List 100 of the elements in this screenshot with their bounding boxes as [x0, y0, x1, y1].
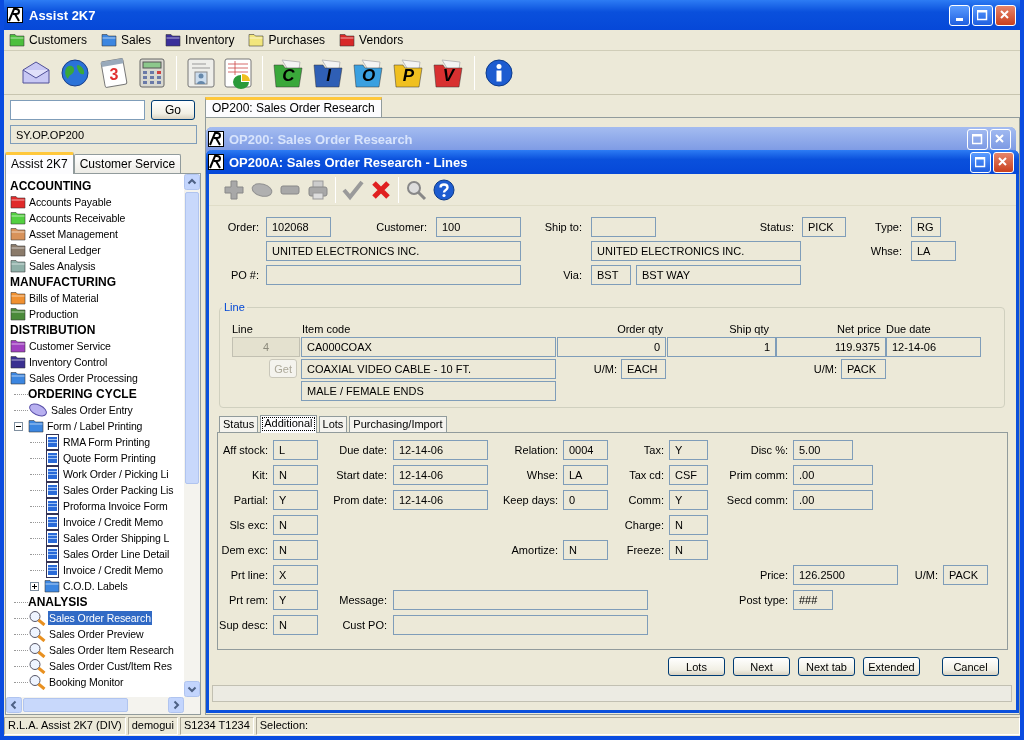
tree-item[interactable]: Production — [28, 307, 80, 321]
scroll-left-icon[interactable] — [6, 697, 22, 713]
menu-item[interactable]: Vendors — [339, 33, 404, 47]
tree-item[interactable]: Booking Monitor — [48, 675, 125, 689]
scroll-up-icon[interactable] — [184, 174, 200, 190]
horizontal-scrollbar[interactable] — [6, 697, 200, 714]
text-field[interactable]: 126.2500 — [793, 565, 898, 585]
expand-icon[interactable] — [30, 581, 39, 591]
tree-item[interactable]: C.O.D. Labels — [62, 579, 129, 593]
text-field[interactable]: N — [669, 540, 708, 560]
text-field[interactable]: N — [273, 515, 318, 535]
text-field[interactable]: BST — [591, 265, 631, 285]
tree-item[interactable]: Sales Order Cust/Item Res — [48, 659, 173, 673]
text-field[interactable]: BST WAY — [636, 265, 801, 285]
collapse-icon[interactable] — [14, 421, 23, 431]
text-field[interactable]: N — [563, 540, 608, 560]
toolbar-button[interactable]: 3 — [98, 56, 130, 89]
tree-item[interactable]: Sales Order Line Detail — [62, 547, 171, 561]
tab[interactable]: Purchasing/Import — [349, 416, 447, 432]
text-field[interactable]: N — [273, 540, 318, 560]
toolbar-button[interactable] — [59, 56, 91, 89]
menu-item[interactable]: Inventory — [165, 33, 235, 47]
text-field[interactable] — [266, 265, 521, 285]
action-button[interactable]: Extended — [863, 657, 920, 676]
text-field[interactable]: Y — [273, 590, 318, 610]
text-field[interactable]: RG — [911, 217, 941, 237]
text-field[interactable]: N — [273, 465, 318, 485]
text-field[interactable] — [393, 615, 648, 635]
toolbar-button[interactable]: P — [392, 56, 425, 89]
text-field[interactable]: LA — [563, 465, 608, 485]
action-button[interactable]: Lots — [668, 657, 725, 676]
text-field[interactable]: 102068 — [266, 217, 331, 237]
text-field[interactable]: 5.00 — [793, 440, 853, 460]
tree-item[interactable]: Sales Order Shipping L — [62, 531, 171, 545]
document-tab[interactable]: OP200: Sales Order Research — [205, 97, 382, 117]
tree-item[interactable]: Invoice / Credit Memo — [62, 515, 165, 529]
tree-item[interactable]: RMA Form Printing — [62, 435, 151, 449]
text-field[interactable]: 119.9375 — [776, 337, 886, 357]
tab[interactable]: Assist 2K7 — [5, 152, 74, 174]
close-button[interactable] — [995, 4, 1016, 26]
text-field[interactable]: LA — [911, 241, 956, 261]
text-field[interactable]: EACH — [621, 359, 666, 379]
text-field[interactable]: N — [273, 615, 318, 635]
text-field[interactable]: 12-14-06 — [886, 337, 981, 357]
program-path-field[interactable]: SY.OP.OP200 — [10, 125, 197, 144]
tab[interactable]: Additional — [260, 415, 317, 433]
text-field[interactable]: 12-14-06 — [393, 465, 488, 485]
toolbar-button[interactable] — [433, 178, 455, 201]
text-field[interactable]: 100 — [436, 217, 521, 237]
text-field[interactable]: X — [273, 565, 318, 585]
toolbar-button[interactable]: C — [272, 56, 305, 89]
action-button[interactable]: Cancel — [942, 657, 999, 676]
tab[interactable]: Customer Service — [73, 154, 182, 173]
toolbar-button[interactable] — [484, 57, 514, 88]
text-field[interactable]: 0004 — [563, 440, 608, 460]
search-field[interactable] — [10, 100, 145, 120]
tree-item[interactable]: Accounts Payable — [28, 195, 113, 209]
tree-item[interactable]: Bills of Material — [28, 291, 100, 305]
tree-item[interactable]: Sales Order Research — [48, 611, 152, 625]
text-field[interactable]: COAXIAL VIDEO CABLE - 10 FT. — [301, 359, 556, 379]
menu-item[interactable]: Sales — [101, 33, 152, 47]
tree-item[interactable]: Sales Order Preview — [48, 627, 145, 641]
text-field[interactable]: PACK — [841, 359, 886, 379]
text-field[interactable]: UNITED ELECTRONICS INC. — [591, 241, 801, 261]
scroll-right-icon[interactable] — [168, 697, 184, 713]
tree-item[interactable]: Proforma Invoice Form — [62, 499, 169, 513]
text-field[interactable]: Y — [669, 440, 708, 460]
action-button[interactable]: Next tab — [798, 657, 855, 676]
tree-item[interactable]: Sales Order Item Research — [48, 643, 175, 657]
text-field[interactable]: PICK — [802, 217, 846, 237]
text-field[interactable] — [393, 590, 648, 610]
tree-item[interactable]: Invoice / Credit Memo — [62, 563, 165, 577]
scroll-down-icon[interactable] — [184, 681, 200, 697]
maximize-button[interactable] — [972, 4, 993, 26]
text-field[interactable]: .00 — [793, 465, 873, 485]
toolbar-button[interactable]: O — [352, 56, 385, 89]
text-field[interactable]: 1 — [667, 337, 776, 357]
text-field[interactable]: ### — [793, 590, 833, 610]
text-field[interactable]: CA000COAX — [301, 337, 556, 357]
tree-item[interactable]: Customer Service — [28, 339, 112, 353]
text-field[interactable]: 0 — [557, 337, 666, 357]
text-field[interactable]: MALE / FEMALE ENDS — [301, 381, 556, 401]
tree-item[interactable]: Form / Label Printing — [46, 419, 144, 433]
text-field[interactable]: 12-14-06 — [393, 490, 488, 510]
text-field[interactable]: PACK — [943, 565, 988, 585]
text-field[interactable]: CSF — [669, 465, 708, 485]
tree-item[interactable]: Sales Analysis — [28, 259, 97, 273]
menu-item[interactable]: Purchases — [248, 33, 326, 47]
text-field[interactable] — [591, 217, 656, 237]
tree-item[interactable]: Sales Order Processing — [28, 371, 139, 385]
text-field[interactable]: N — [669, 515, 708, 535]
text-field[interactable]: L — [273, 440, 318, 460]
close-button[interactable] — [993, 151, 1014, 173]
text-field[interactable]: 12-14-06 — [393, 440, 488, 460]
tree-item[interactable]: General Ledger — [28, 243, 102, 257]
tree-item[interactable]: Work Order / Picking Li — [62, 467, 170, 481]
text-field[interactable]: UNITED ELECTRONICS INC. — [266, 241, 521, 261]
text-field[interactable]: Y — [273, 490, 318, 510]
toolbar-button[interactable]: V — [432, 56, 465, 89]
maximize-button[interactable] — [970, 151, 991, 173]
